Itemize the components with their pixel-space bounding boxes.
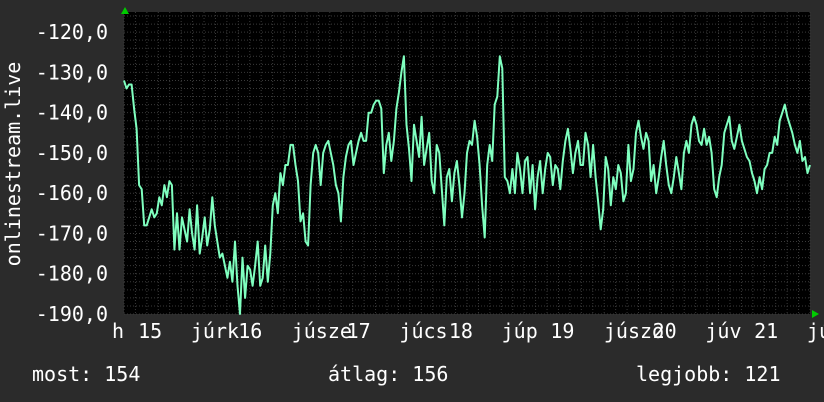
x-axis-ticks: h 15 júrk 16 júsze17 júcs 18 júp 19 júszo20 júv 21 j… — [112, 319, 824, 343]
x-tick-label: 20 — [653, 319, 677, 343]
x-tick-label: júrk — [191, 319, 239, 343]
y-tick-label: -140,0 — [36, 101, 108, 125]
y-tick-label: -120,0 — [36, 20, 108, 44]
y-tick-label: -180,0 — [36, 262, 108, 286]
x-tick-label: jún — [807, 319, 824, 343]
y-tick-label: -170,0 — [36, 221, 108, 245]
x-tick-label: júsze — [292, 319, 352, 343]
y-tick-label: -130,0 — [36, 60, 108, 84]
x-tick-label: júcs — [399, 319, 447, 343]
chart: -190,0 -180,0 -170,0 -160,0 -150,0 -140,0 -130… — [0, 0, 824, 402]
stat-average: átlag: 156 — [328, 362, 449, 386]
y-tick-label: -150,0 — [36, 141, 108, 165]
y-tick-label: -190,0 — [36, 302, 108, 326]
stat-best: legjobb: 121 — [636, 362, 781, 386]
x-tick-label: 15 — [138, 319, 162, 343]
x-tick-label: júp — [502, 319, 538, 343]
x-tick-label: 16 — [238, 319, 262, 343]
x-tick-label: júv — [705, 319, 741, 343]
x-tick-label: h — [112, 319, 124, 343]
y-axis-label: onlinestream.live — [1, 62, 25, 267]
stat-current: most: 154 — [32, 362, 141, 386]
x-tick-label: 21 — [754, 319, 778, 343]
x-tick-label: 19 — [550, 319, 574, 343]
y-tick-label: -160,0 — [36, 181, 108, 205]
x-tick-label: 17 — [347, 319, 371, 343]
x-tick-label: 18 — [449, 319, 473, 343]
